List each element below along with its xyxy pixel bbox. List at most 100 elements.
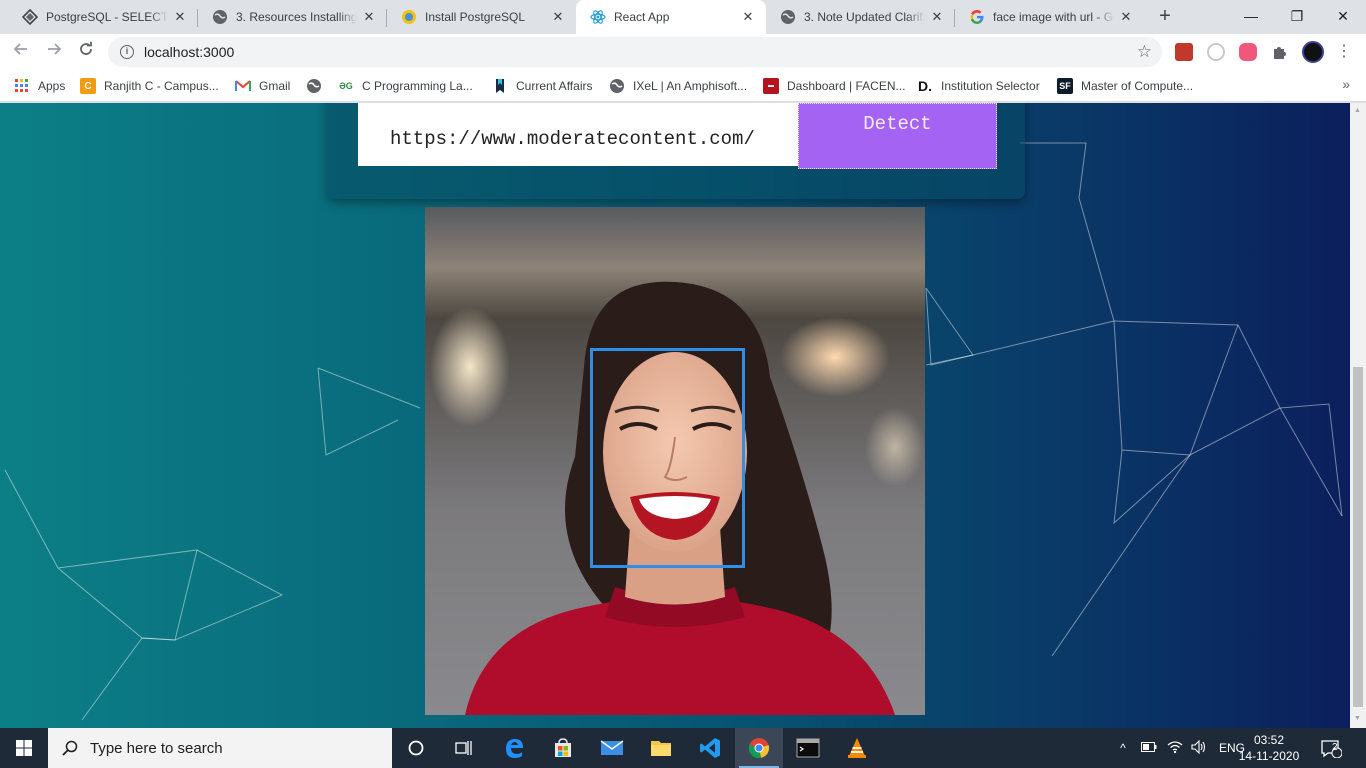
tab-resources-installing[interactable]: 3. Resources Installing PostgreSQL ✕	[198, 0, 387, 34]
terminal-app-button[interactable]	[784, 728, 832, 768]
bookmark-campus[interactable]: C Ranjith C - Campus...	[80, 76, 219, 96]
close-icon[interactable]: ✕	[929, 9, 945, 25]
mail-icon	[600, 740, 624, 755]
volume-icon[interactable]	[1191, 739, 1207, 757]
mail-app-button[interactable]	[588, 728, 636, 768]
address-bar[interactable]: i localhost:3000 ☆	[108, 37, 1162, 67]
action-center-button[interactable]: 2	[1320, 728, 1342, 768]
wifi-icon[interactable]	[1167, 740, 1183, 757]
notification-icon	[1321, 740, 1342, 758]
tab-title: 3. Note Updated Clarifai	[804, 10, 925, 24]
system-tray: ^ ENG	[1115, 728, 1245, 768]
bookmark-master-of-computer[interactable]: SF Master of Compute...	[1057, 76, 1193, 96]
windows-taskbar: Type here to search ^ ENG 03:52 14-11-20…	[0, 728, 1366, 768]
bookmark-gmail[interactable]: Gmail	[235, 76, 290, 96]
cortana-button[interactable]	[392, 728, 440, 768]
bookmark-globe[interactable]	[306, 76, 330, 96]
close-icon[interactable]: ✕	[550, 9, 566, 25]
extension-red-icon[interactable]	[1175, 43, 1193, 61]
tab-react-app[interactable]: React App ✕	[576, 0, 766, 34]
store-app-button[interactable]	[539, 728, 587, 768]
close-icon[interactable]: ✕	[740, 9, 756, 25]
tab-title: face image with url - Google	[993, 10, 1114, 24]
vlc-icon	[848, 738, 866, 758]
tab-postgresql-select[interactable]: PostgreSQL - SELECT Query ✕	[8, 0, 198, 34]
tab-google-search[interactable]: face image with url - Google ✕	[955, 0, 1144, 34]
apps-grid-icon	[14, 78, 30, 94]
more-menu-icon[interactable]: ⋮	[1336, 42, 1352, 62]
extension-circle-icon[interactable]	[1207, 43, 1225, 61]
tab-install-postgresql[interactable]: Install PostgreSQL ✕	[387, 0, 576, 34]
gfg-icon: ƏG	[339, 81, 353, 91]
bookmark-institution-selector[interactable]: D. Institution Selector	[917, 76, 1040, 96]
minimize-button[interactable]: —	[1228, 4, 1274, 28]
forward-button[interactable]	[43, 41, 65, 63]
tab-title: Install PostgreSQL	[425, 10, 526, 24]
taskbar-search-input[interactable]: Type here to search	[48, 728, 392, 768]
address-url: localhost:3000	[144, 44, 235, 60]
tab-title: React App	[614, 10, 670, 24]
battery-icon[interactable]	[1141, 741, 1157, 755]
tab-note-clarifai[interactable]: 3. Note Updated Clarifai ✕	[766, 0, 955, 34]
close-icon[interactable]: ✕	[172, 9, 188, 25]
edge-app-button[interactable]	[490, 728, 538, 768]
file-explorer-button[interactable]	[637, 728, 685, 768]
more-bookmarks-icon[interactable]: »	[1342, 76, 1350, 92]
reload-button[interactable]	[75, 41, 97, 63]
vlc-app-button[interactable]	[833, 728, 881, 768]
bookmark-dashboard-facenet[interactable]: ▬ Dashboard | FACEN...	[763, 76, 906, 96]
scroll-down-icon[interactable]: ▼	[1354, 715, 1361, 722]
bookmark-apps[interactable]: Apps	[14, 76, 65, 96]
search-icon	[62, 740, 78, 756]
bookmark-label: Gmail	[259, 79, 291, 93]
face-photo	[425, 207, 925, 715]
bookmark-label: Apps	[38, 79, 66, 93]
facenet-icon: ▬	[763, 78, 779, 94]
clock[interactable]: 03:52 14-11-2020	[1238, 732, 1300, 764]
clock-date: 14-11-2020	[1238, 749, 1300, 763]
page-scrollbar[interactable]: ▲ ▼	[1350, 103, 1366, 728]
scroll-up-icon[interactable]: ▲	[1354, 107, 1361, 114]
chevron-up-icon[interactable]: ^	[1115, 741, 1131, 755]
scroll-thumb[interactable]	[1353, 367, 1363, 707]
clock-time: 03:52	[1253, 733, 1285, 747]
tab-strip: PostgreSQL - SELECT Query ✕ 3. Resources…	[0, 0, 1366, 34]
image-url-input[interactable]	[358, 103, 798, 166]
profile-avatar[interactable]	[1302, 41, 1324, 63]
chrome-app-button[interactable]	[735, 728, 783, 768]
postgres-icon	[22, 9, 38, 25]
back-arrow-icon	[13, 43, 27, 55]
new-tab-button[interactable]: +	[1155, 6, 1175, 26]
notification-count: 2	[1332, 742, 1338, 753]
task-view-icon	[455, 741, 472, 755]
react-app-page: Detect	[0, 103, 1350, 728]
close-window-button[interactable]: ✕	[1320, 4, 1366, 28]
back-button[interactable]	[10, 41, 32, 63]
bookmark-label: Ranjith C - Campus...	[104, 79, 219, 93]
extension-cat-icon[interactable]	[1239, 43, 1257, 61]
tab-title: 3. Resources Installing PostgreSQL	[236, 10, 357, 24]
detect-button[interactable]: Detect	[798, 103, 997, 169]
site-info-icon[interactable]: i	[120, 45, 134, 59]
gmail-icon	[235, 78, 251, 94]
bookmark-star-icon[interactable]: ☆	[1137, 42, 1152, 62]
browser-toolbar: i localhost:3000 ☆ ⋮	[0, 34, 1366, 70]
task-view-button[interactable]	[440, 728, 488, 768]
bookmark-ixel[interactable]: IXeL | An Amphisoft...	[609, 76, 747, 96]
restore-button[interactable]: ❐	[1274, 4, 1320, 28]
search-placeholder: Type here to search	[90, 739, 223, 757]
start-button[interactable]	[0, 728, 48, 768]
vscode-icon	[700, 738, 720, 758]
vscode-app-button[interactable]	[686, 728, 734, 768]
react-icon	[590, 9, 606, 25]
close-icon[interactable]: ✕	[361, 9, 377, 25]
bookmarks-bar: Apps C Ranjith C - Campus... Gmail ƏG C …	[0, 70, 1366, 102]
bookmark-current-affairs[interactable]: Current Affairs	[492, 76, 592, 96]
close-icon[interactable]: ✕	[1118, 9, 1134, 25]
bookmark-c-programming[interactable]: ƏG C Programming La...	[338, 76, 473, 96]
bookmark-label: Current Affairs	[516, 79, 593, 93]
repl-icon	[401, 9, 417, 25]
extensions-puzzle-icon[interactable]	[1271, 43, 1289, 61]
windows-logo-icon	[16, 740, 32, 756]
d-logo-icon: D.	[918, 78, 932, 94]
